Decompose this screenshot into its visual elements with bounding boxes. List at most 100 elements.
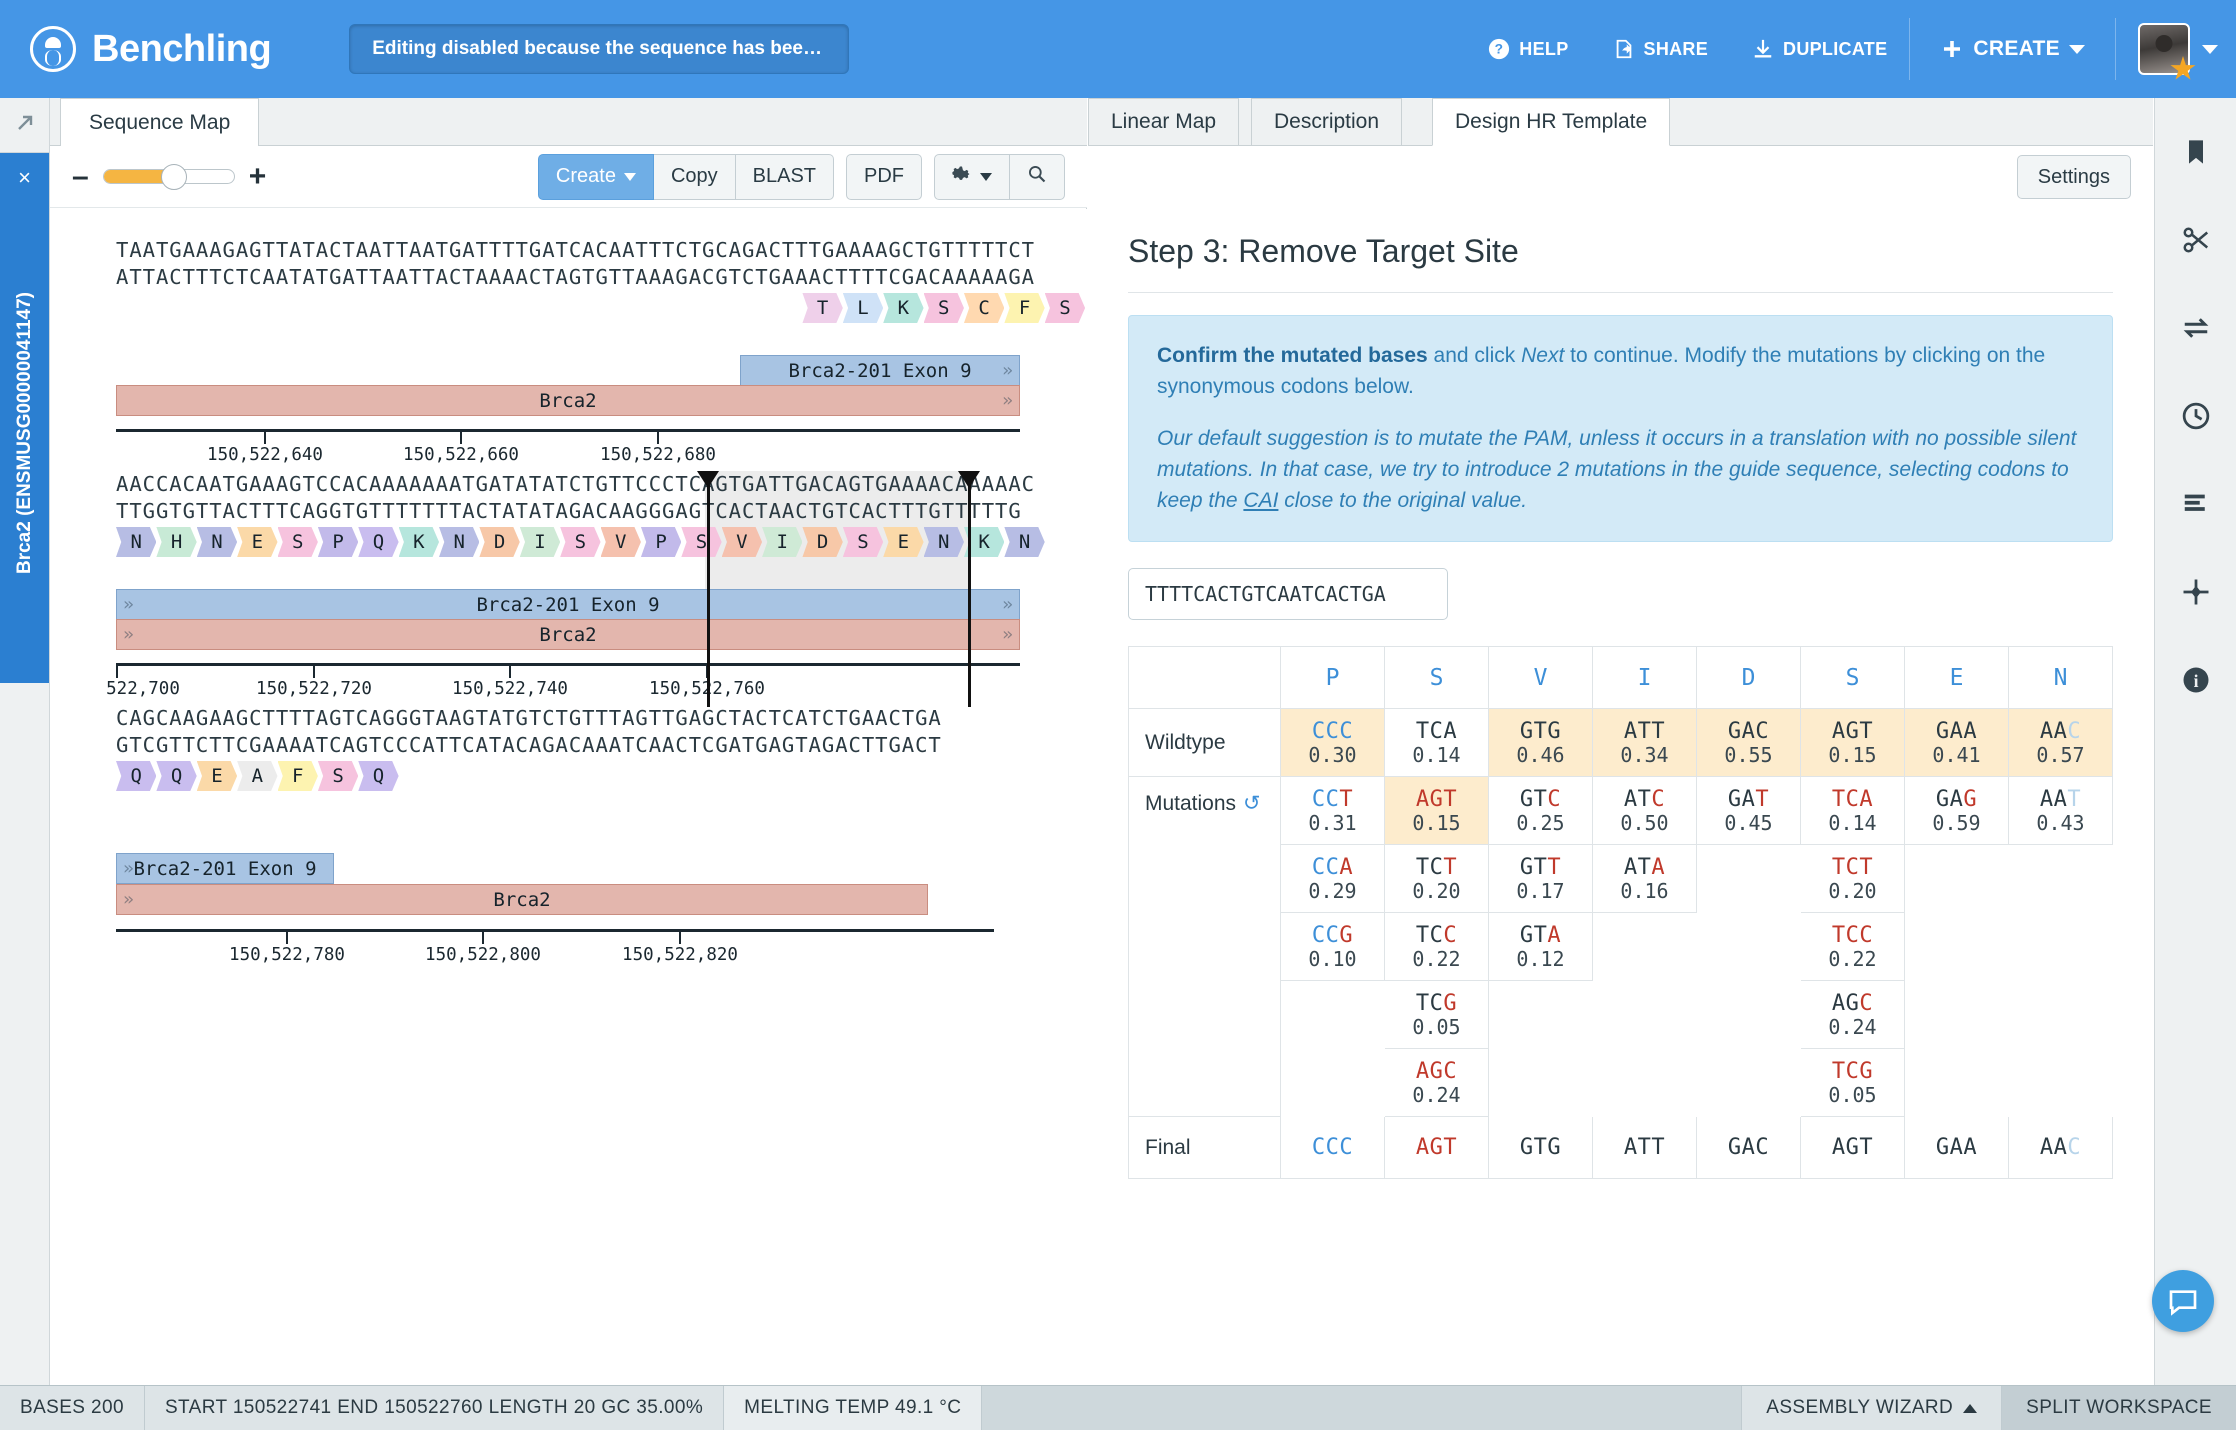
cai-link[interactable]: CAI [1243,489,1278,512]
swap-arrows-icon[interactable] [2155,284,2236,372]
amino-acid-chip[interactable]: V [721,527,763,557]
amino-acid-chip[interactable]: E [237,527,278,557]
settings-button[interactable]: Settings [2016,155,2131,199]
amino-acid-chip[interactable]: K [398,527,440,557]
zoom-in-button[interactable]: + [249,161,267,192]
wildtype-codon-cell[interactable]: TCA 0.14 [1384,708,1489,778]
guide-sequence-field[interactable]: TTTTCACTGTCAATCACTGA [1128,568,1448,621]
amino-acid-chip[interactable]: K [883,293,924,323]
amino-acid-chip[interactable]: F [1004,293,1045,323]
sequence-canvas[interactable]: TAATGAAAGAGTTATACTAATTAATGATTTTGATCACAAT… [50,209,1087,1405]
assembly-wizard-button[interactable]: ASSEMBLY WIZARD [1741,1386,2002,1430]
amino-acid-chip[interactable]: S [560,527,601,557]
amino-acid-chip[interactable]: N [923,527,964,557]
mutation-codon-cell[interactable]: TCT 0.20 [1800,844,1905,914]
mutation-codon-cell[interactable]: TCC 0.22 [1800,912,1905,982]
crosshair-icon[interactable] [2155,548,2236,636]
amino-acid-chip[interactable]: A [237,761,278,791]
mutation-codon-cell[interactable]: AGC 0.24 [1800,980,1905,1050]
wildtype-codon-cell[interactable]: ATT 0.34 [1592,708,1697,778]
mutation-codon-cell[interactable]: TCA 0.14 [1800,776,1905,846]
annotation-exon[interactable]: » » Brca2-201 Exon 9 [116,589,1020,620]
amino-acid-chip[interactable]: V [600,527,641,557]
mutation-codon-cell[interactable]: GAG 0.59 [1904,776,2009,846]
locked-notice-banner[interactable]: Editing disabled because the sequence ha… [349,24,850,74]
mutation-codon-cell[interactable]: TCG 0.05 [1384,980,1489,1050]
annotation-exon[interactable]: » Brca2-201 Exon 9 [116,853,334,884]
amino-acid-chip[interactable]: S [1044,293,1086,323]
amino-acid-chip[interactable]: Q [156,761,197,791]
bookmark-icon[interactable] [2155,108,2236,196]
amino-acid-chip[interactable]: I [762,527,803,557]
amino-acid-chip[interactable]: S [842,527,884,557]
amino-acid-chip[interactable]: P [317,527,359,557]
amino-acid-chip[interactable]: Q [358,761,399,791]
create-dropdown-button[interactable]: Create [537,153,654,200]
wildtype-codon-cell[interactable]: GAA 0.41 [1904,708,2009,778]
amino-acid-chip[interactable]: S [317,761,359,791]
amino-acid-chip[interactable]: T [802,293,843,323]
create-button[interactable]: CREATE [1910,0,2115,98]
amino-acid-chip[interactable]: C [963,293,1005,323]
chat-bubble-icon[interactable] [2152,1270,2214,1332]
mutation-codon-cell[interactable]: AGC 0.24 [1384,1048,1489,1118]
amino-acid-chip[interactable]: S [277,527,318,557]
wildtype-codon-cell[interactable]: AAC 0.57 [2008,708,2113,778]
amino-acid-chip[interactable]: D [802,527,843,557]
mutation-codon-cell[interactable]: TCC 0.22 [1384,912,1489,982]
clock-icon[interactable] [2155,372,2236,460]
info-circle-icon[interactable]: i [2155,636,2236,724]
mutation-codon-cell[interactable]: CCG 0.10 [1280,912,1385,982]
share-button[interactable]: SHARE [1591,0,1731,98]
expand-panel-button[interactable] [0,98,49,153]
mutation-codon-cell[interactable]: ATC 0.50 [1592,776,1697,846]
annotation-gene[interactable]: » » Brca2 [116,619,1020,650]
mutation-codon-cell[interactable]: GTC 0.25 [1488,776,1593,846]
amino-acid-chip[interactable]: E [883,527,924,557]
help-button[interactable]: ? HELP [1466,0,1590,98]
pdf-button[interactable]: PDF [846,153,922,200]
benchling-logo[interactable]: Benchling [30,26,272,72]
amino-acid-chip[interactable]: N [196,527,238,557]
mutation-codon-cell[interactable]: AGT 0.15 [1384,776,1489,846]
amino-acid-chip[interactable]: Q [116,761,157,791]
amino-acid-chip[interactable]: D [479,527,520,557]
mutation-codon-cell[interactable]: AAT 0.43 [2008,776,2113,846]
annotation-gene[interactable]: » Brca2 [116,385,1020,416]
mutation-codon-cell[interactable]: CCA 0.29 [1280,844,1385,914]
amino-acid-chip[interactable]: Q [358,527,399,557]
amino-acid-chip[interactable]: P [640,527,682,557]
mutation-codon-cell[interactable]: GTT 0.17 [1488,844,1593,914]
align-left-icon[interactable] [2155,460,2236,548]
mutation-codon-cell[interactable]: TCG 0.05 [1800,1048,1905,1118]
wildtype-codon-cell[interactable]: GAC 0.55 [1696,708,1801,778]
close-icon[interactable]: × [0,165,49,191]
amino-acid-chip[interactable]: N [439,527,480,557]
blast-button[interactable]: BLAST [735,153,834,200]
amino-acid-chip[interactable]: N [116,527,157,557]
tab-linear-map[interactable]: Linear Map [1088,98,1240,146]
amino-acid-chip[interactable]: S [681,527,722,557]
duplicate-button[interactable]: DUPLICATE [1730,0,1909,98]
annotation-gene[interactable]: » Brca2 [116,884,928,915]
project-tab-brca2[interactable]: × Brca2 (ENSMUSG00000041147) [0,153,49,683]
zoom-slider-handle[interactable] [160,164,187,190]
mutation-codon-cell[interactable]: ATA 0.16 [1592,844,1697,914]
search-sequence-button[interactable] [1010,153,1065,200]
user-menu[interactable] [2116,0,2236,98]
zoom-out-button[interactable]: – [72,161,89,192]
amino-acid-chip[interactable]: S [923,293,964,323]
zoom-slider[interactable] [102,164,235,190]
mutation-codon-cell[interactable]: GTA 0.12 [1488,912,1593,982]
mutation-codon-cell[interactable]: CCT 0.31 [1280,776,1385,846]
amino-acid-chip[interactable]: E [196,761,238,791]
annotation-exon[interactable]: » Brca2-201 Exon 9 [740,355,1020,386]
tab-description[interactable]: Description [1251,98,1403,146]
mutation-codon-cell[interactable]: TCT 0.20 [1384,844,1489,914]
wildtype-codon-cell[interactable]: GTG 0.46 [1488,708,1593,778]
amino-acid-chip[interactable]: H [156,527,197,557]
sequence-settings-button[interactable] [934,153,1010,200]
wildtype-codon-cell[interactable]: AGT 0.15 [1800,708,1905,778]
avatar[interactable] [2138,23,2196,80]
wildtype-codon-cell[interactable]: CCC 0.30 [1280,708,1385,778]
